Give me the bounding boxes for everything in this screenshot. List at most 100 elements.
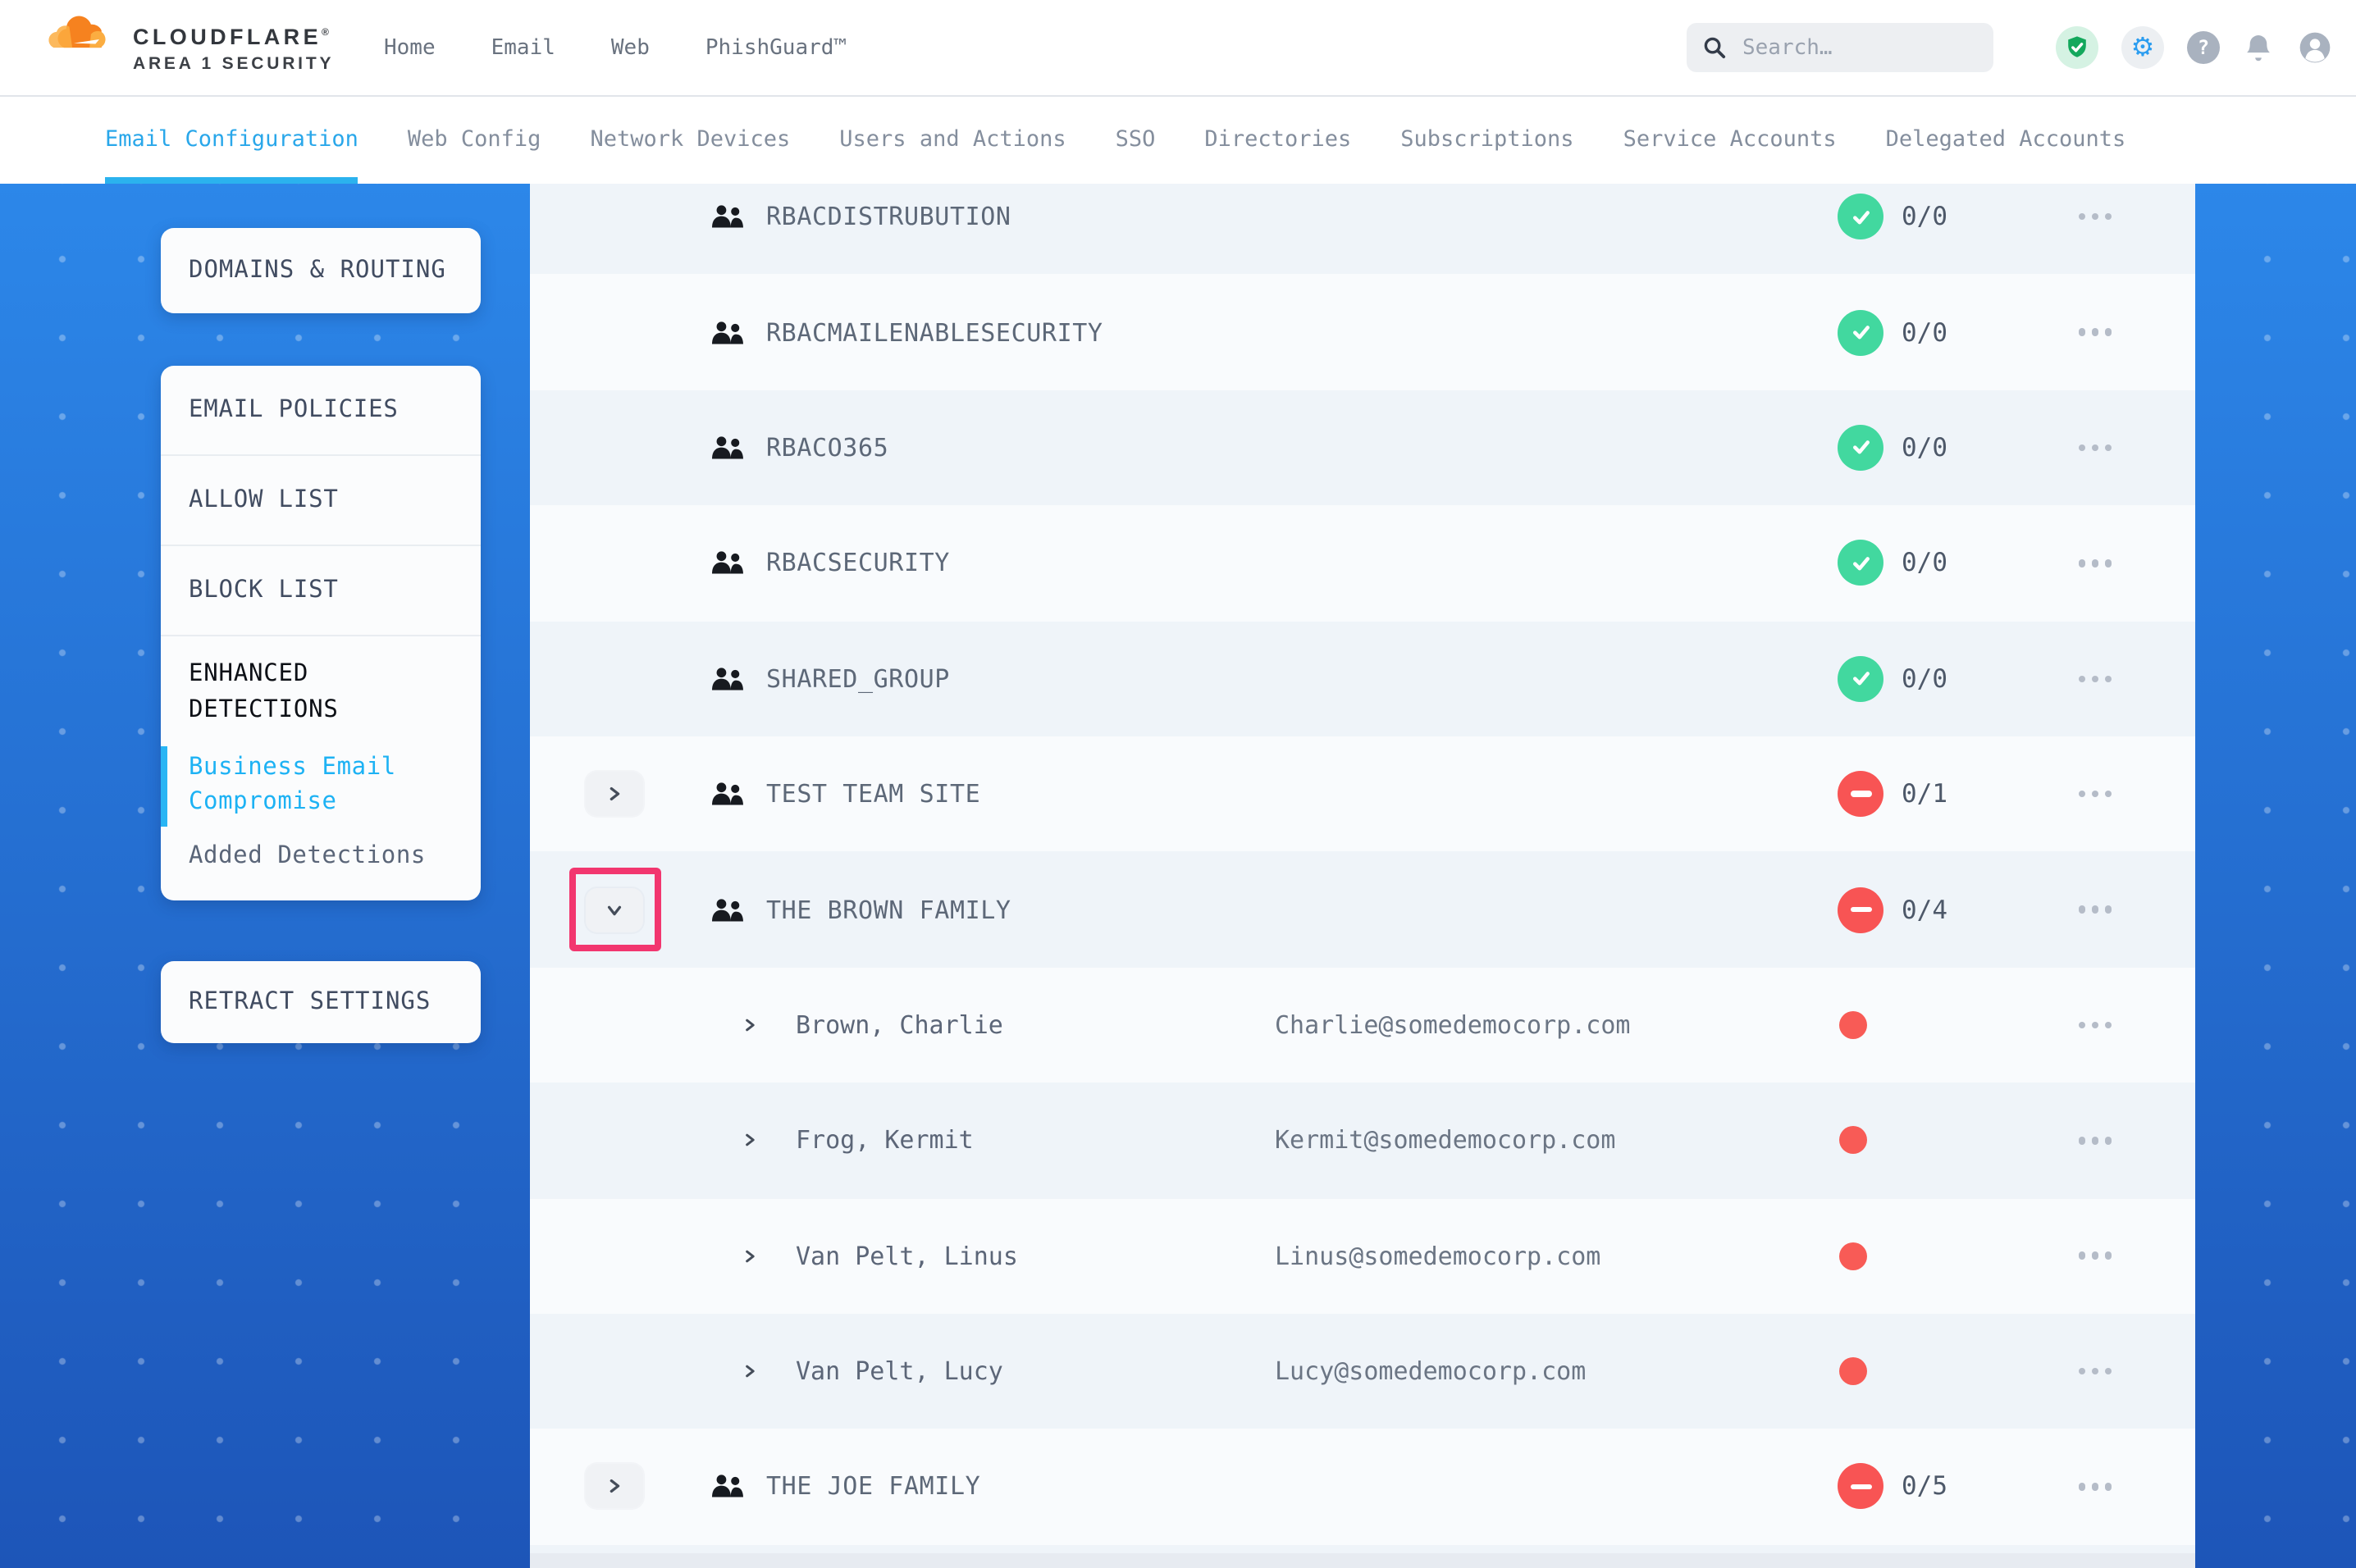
- group-icon: [710, 435, 745, 461]
- group-row: SHARED_GROUP 0/0: [530, 621, 2195, 736]
- group-icon: [710, 203, 745, 230]
- enhanced-detections-heading: ENHANCED DETECTIONS: [161, 636, 481, 729]
- chevron-right-icon[interactable]: [742, 1017, 758, 1033]
- group-row: THE BROWN FAMILY 0/4: [530, 852, 2195, 968]
- status-badge-ok: [1838, 540, 1883, 586]
- registered-mark: ®: [322, 29, 329, 39]
- minus-icon: [1850, 791, 1871, 797]
- tab-delegated-accounts[interactable]: Delegated Accounts: [1886, 95, 2126, 184]
- member-email: Lucy@somedemocorp.com: [1275, 1356, 1586, 1386]
- shield-check-icon[interactable]: [2056, 26, 2098, 69]
- status-badge-blocked: [1838, 1464, 1883, 1510]
- brand-text: CLOUDFLARE® AREA 1 SECURITY: [133, 8, 334, 72]
- expand-group-button[interactable]: [586, 772, 643, 816]
- row-actions-menu-button[interactable]: [2064, 316, 2126, 349]
- header-nav-home[interactable]: Home: [384, 35, 436, 60]
- group-row: RBACDISTRUBUTION0/0: [530, 184, 2195, 275]
- member-name: Van Pelt, Lucy: [796, 1356, 1003, 1386]
- tab-email-configuration[interactable]: Email Configuration: [105, 95, 358, 184]
- tab-service-accounts[interactable]: Service Accounts: [1623, 95, 1837, 184]
- sidebar-item-block-list[interactable]: BLOCK LIST: [161, 546, 481, 636]
- member-row: Brown, CharlieCharlie@somedemocorp.com: [530, 967, 2195, 1083]
- tab-subscriptions[interactable]: Subscriptions: [1400, 95, 1573, 184]
- cloudflare-logo[interactable]: CLOUDFLARE® AREA 1 SECURITY: [48, 8, 334, 72]
- header-nav-phishguard[interactable]: PhishGuard™: [705, 35, 847, 60]
- groups-panel: RBACDISTRUBUTION0/0RBACMAILENABLESECURIT…: [530, 184, 2195, 1568]
- row-actions-menu-button[interactable]: [2064, 1355, 2126, 1388]
- collapse-group-button[interactable]: [586, 887, 643, 932]
- row-actions-menu-button[interactable]: [2064, 663, 2126, 695]
- tab-directories[interactable]: Directories: [1204, 95, 1351, 184]
- group-icon: [710, 550, 745, 577]
- help-icon[interactable]: ?: [2187, 31, 2220, 64]
- row-actions-menu-button[interactable]: [2064, 893, 2126, 926]
- sidebar-card-domains-routing[interactable]: DOMAINS & ROUTING: [161, 228, 481, 313]
- member-count: 0/0: [1902, 549, 1947, 578]
- gear-glyph: ⚙: [2131, 34, 2155, 61]
- member-email: Linus@somedemocorp.com: [1275, 1241, 1600, 1270]
- minus-icon: [1850, 907, 1871, 913]
- group-name: TEST TEAM SITE: [766, 779, 980, 809]
- row-actions-menu-button[interactable]: [2064, 1239, 2126, 1272]
- account-icon[interactable]: [2297, 30, 2333, 66]
- group-row: RBACMAILENABLESECURITY 0/0: [530, 275, 2195, 390]
- search-icon: [1703, 36, 1726, 59]
- status-badge-ok: [1838, 194, 1883, 239]
- gear-icon[interactable]: ⚙: [2121, 26, 2164, 69]
- row-actions-menu-button[interactable]: [2064, 1470, 2126, 1503]
- member-row: Van Pelt, Lucy Lucy@somedemocorp.com: [530, 1314, 2195, 1429]
- row-actions-menu-button[interactable]: [2064, 1009, 2126, 1042]
- group-row: TEST TEAM SITE 0/1: [530, 736, 2195, 852]
- group-name: THE BROWN FAMILY: [766, 895, 1011, 924]
- member-row: Van Pelt, Linus Linus@somedemocorp.com: [530, 1198, 2195, 1314]
- member-count: 0/4: [1902, 895, 1947, 924]
- header-nav-email[interactable]: Email: [491, 35, 555, 60]
- tab-users-and-actions[interactable]: Users and Actions: [839, 95, 1066, 184]
- member-name: Brown, Charlie: [796, 1010, 1003, 1040]
- chevron-right-icon[interactable]: [742, 1363, 758, 1379]
- group-name: RBACMAILENABLESECURITY: [766, 317, 1103, 347]
- status-badge-blocked: [1838, 771, 1883, 817]
- sidebar-item-email-policies[interactable]: EMAIL POLICIES: [161, 366, 481, 456]
- group-icon: [710, 1474, 745, 1500]
- tab-sso[interactable]: SSO: [1116, 95, 1156, 184]
- group-icon: [710, 666, 745, 692]
- row-actions-menu-button[interactable]: [2064, 547, 2126, 580]
- row-actions-menu-button[interactable]: [2064, 1124, 2126, 1157]
- chevron-right-icon[interactable]: [742, 1133, 758, 1149]
- group-row: RBACSECURITY0/0: [530, 505, 2195, 621]
- member-count: 0/1: [1902, 779, 1947, 809]
- group-row: RBACO3650/0: [530, 390, 2195, 506]
- tab-network-devices[interactable]: Network Devices: [590, 95, 790, 184]
- sidebar-item-business-email-compromise[interactable]: Business Email Compromise: [161, 750, 481, 822]
- minus-icon: [1850, 1484, 1871, 1489]
- brand-subtitle: AREA 1 SECURITY: [133, 55, 334, 72]
- sidebar-card-email-policies: EMAIL POLICIES ALLOW LIST BLOCK LIST ENH…: [161, 366, 481, 900]
- row-actions-menu-button[interactable]: [2064, 431, 2126, 464]
- member-count: 0/0: [1902, 664, 1947, 694]
- sidebar-item-added-detections[interactable]: Added Detections: [161, 843, 481, 869]
- sidebar-item-allow-list[interactable]: ALLOW LIST: [161, 456, 481, 546]
- domains-routing-label: DOMAINS & ROUTING: [189, 258, 446, 284]
- row-actions-menu-button[interactable]: [2064, 200, 2126, 233]
- group-name: RBACO365: [766, 433, 888, 463]
- bell-icon[interactable]: [2243, 32, 2274, 63]
- status-dot-blocked: [1839, 1127, 1867, 1155]
- group-icon: [710, 781, 745, 807]
- member-count: 0/0: [1902, 317, 1947, 347]
- help-glyph: ?: [2198, 36, 2209, 59]
- member-name: Frog, Kermit: [796, 1126, 974, 1155]
- search-input[interactable]: [1739, 34, 1977, 62]
- header-nav-web[interactable]: Web: [611, 35, 650, 60]
- sidebar-card-retract-settings[interactable]: RETRACT SETTINGS: [161, 961, 481, 1043]
- tab-web-config[interactable]: Web Config: [408, 95, 541, 184]
- status-dot-blocked: [1839, 1242, 1867, 1269]
- expand-group-button[interactable]: [586, 1465, 643, 1509]
- status-dot-blocked: [1839, 1357, 1867, 1385]
- chevron-right-icon[interactable]: [742, 1247, 758, 1264]
- row-actions-menu-button[interactable]: [2064, 777, 2126, 810]
- group-name: SHARED_GROUP: [766, 664, 950, 694]
- search-box[interactable]: [1687, 23, 1993, 72]
- cloudflare-cloud-icon: [48, 8, 125, 54]
- member-name: Van Pelt, Linus: [796, 1241, 1018, 1270]
